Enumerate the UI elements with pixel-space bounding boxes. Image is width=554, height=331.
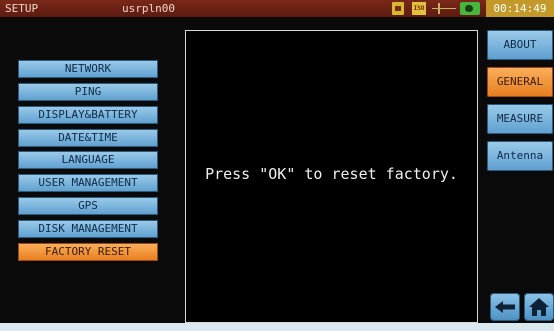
menu-item-display-battery[interactable]: DISPLAY&BATTERY (18, 106, 158, 124)
tab-about[interactable]: ABOUT (487, 30, 553, 60)
home-button[interactable] (524, 293, 554, 321)
menu-item-gps[interactable]: GPS (18, 197, 158, 215)
back-button[interactable] (490, 293, 520, 321)
reset-message: Press "OK" to reset factory. (205, 165, 458, 183)
tab-antenna[interactable]: Antenna (487, 141, 553, 171)
menu-item-disk-management[interactable]: DISK MANAGEMENT (18, 220, 158, 238)
back-arrow-icon (495, 301, 515, 313)
menu-item-ping[interactable]: PING (18, 83, 158, 101)
mode-title: SETUP (5, 2, 39, 15)
home-icon (529, 298, 549, 316)
antenna-icon (432, 2, 456, 15)
menu-item-user-management[interactable]: USER MANAGEMENT (18, 174, 158, 192)
iso-badge-icon: ISO (412, 2, 426, 15)
tab-general[interactable]: GENERAL (487, 67, 553, 97)
user-name: usrpln00 (122, 2, 175, 15)
menu-item-network[interactable]: NETWORK (18, 60, 158, 78)
battery-icon (460, 2, 480, 15)
bottom-strip (0, 323, 554, 331)
sd-card-icon (392, 2, 404, 15)
menu-item-language[interactable]: LANGUAGE (18, 151, 158, 169)
clock: 00:14:49 (486, 0, 554, 17)
factory-reset-panel: Press "OK" to reset factory. (185, 30, 478, 323)
status-bar: SETUP usrpln00 ISO 00:14:49 (0, 0, 554, 17)
tab-measure[interactable]: MEASURE (487, 104, 553, 134)
menu-item-factory-reset[interactable]: FACTORY RESET (18, 243, 158, 261)
menu-item-date-time[interactable]: DATE&TIME (18, 129, 158, 147)
